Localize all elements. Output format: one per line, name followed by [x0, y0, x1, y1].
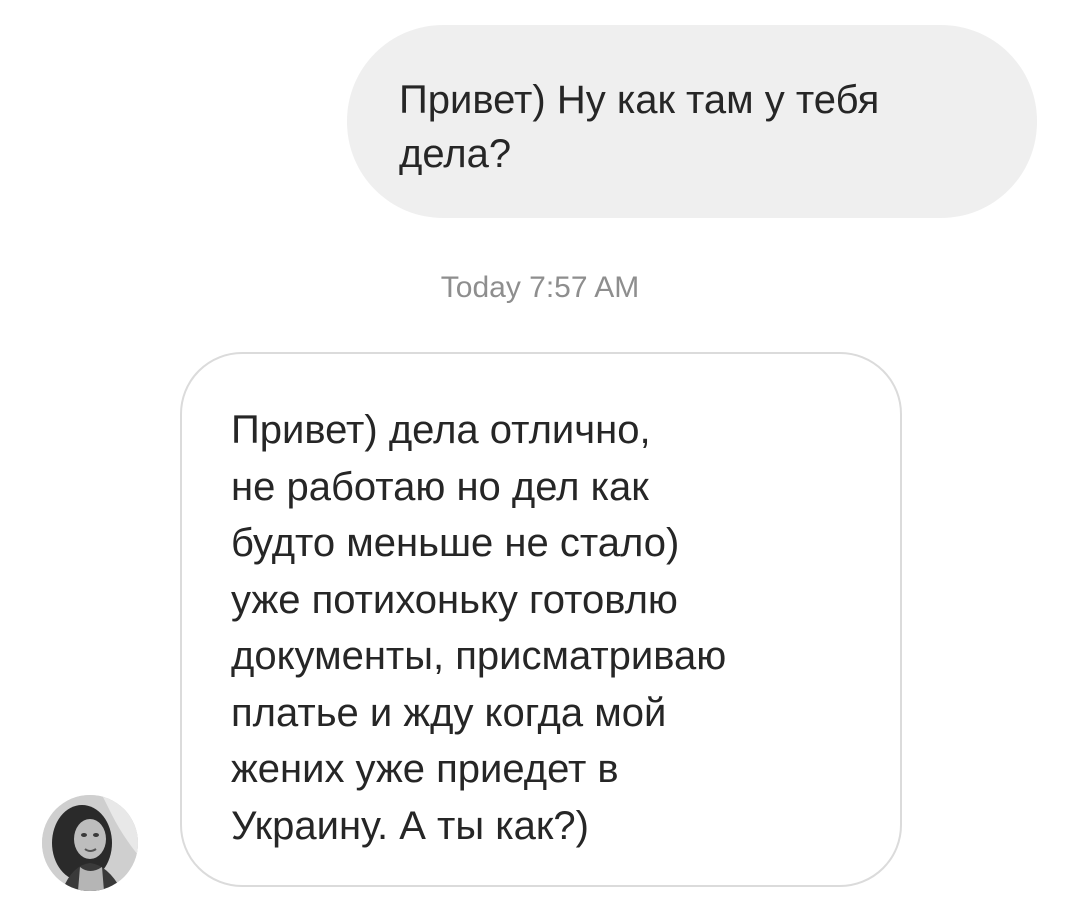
- received-message-text: Привет) дела отлично, не работаю но дел …: [231, 408, 727, 848]
- message-timestamp: Today 7:57 AM: [440, 271, 640, 304]
- message-thread: Привет) Ну как там у тебя дела? Today 7:…: [0, 0, 1080, 919]
- contact-avatar[interactable]: [42, 795, 138, 891]
- sent-message-bubble[interactable]: Привет) Ну как там у тебя дела?: [347, 25, 1037, 218]
- sent-message-text: Привет) Ну как там у тебя дела?: [399, 78, 880, 176]
- received-message-bubble[interactable]: Привет) дела отлично, не работаю но дел …: [180, 352, 902, 887]
- avatar-photo-icon: [42, 795, 138, 891]
